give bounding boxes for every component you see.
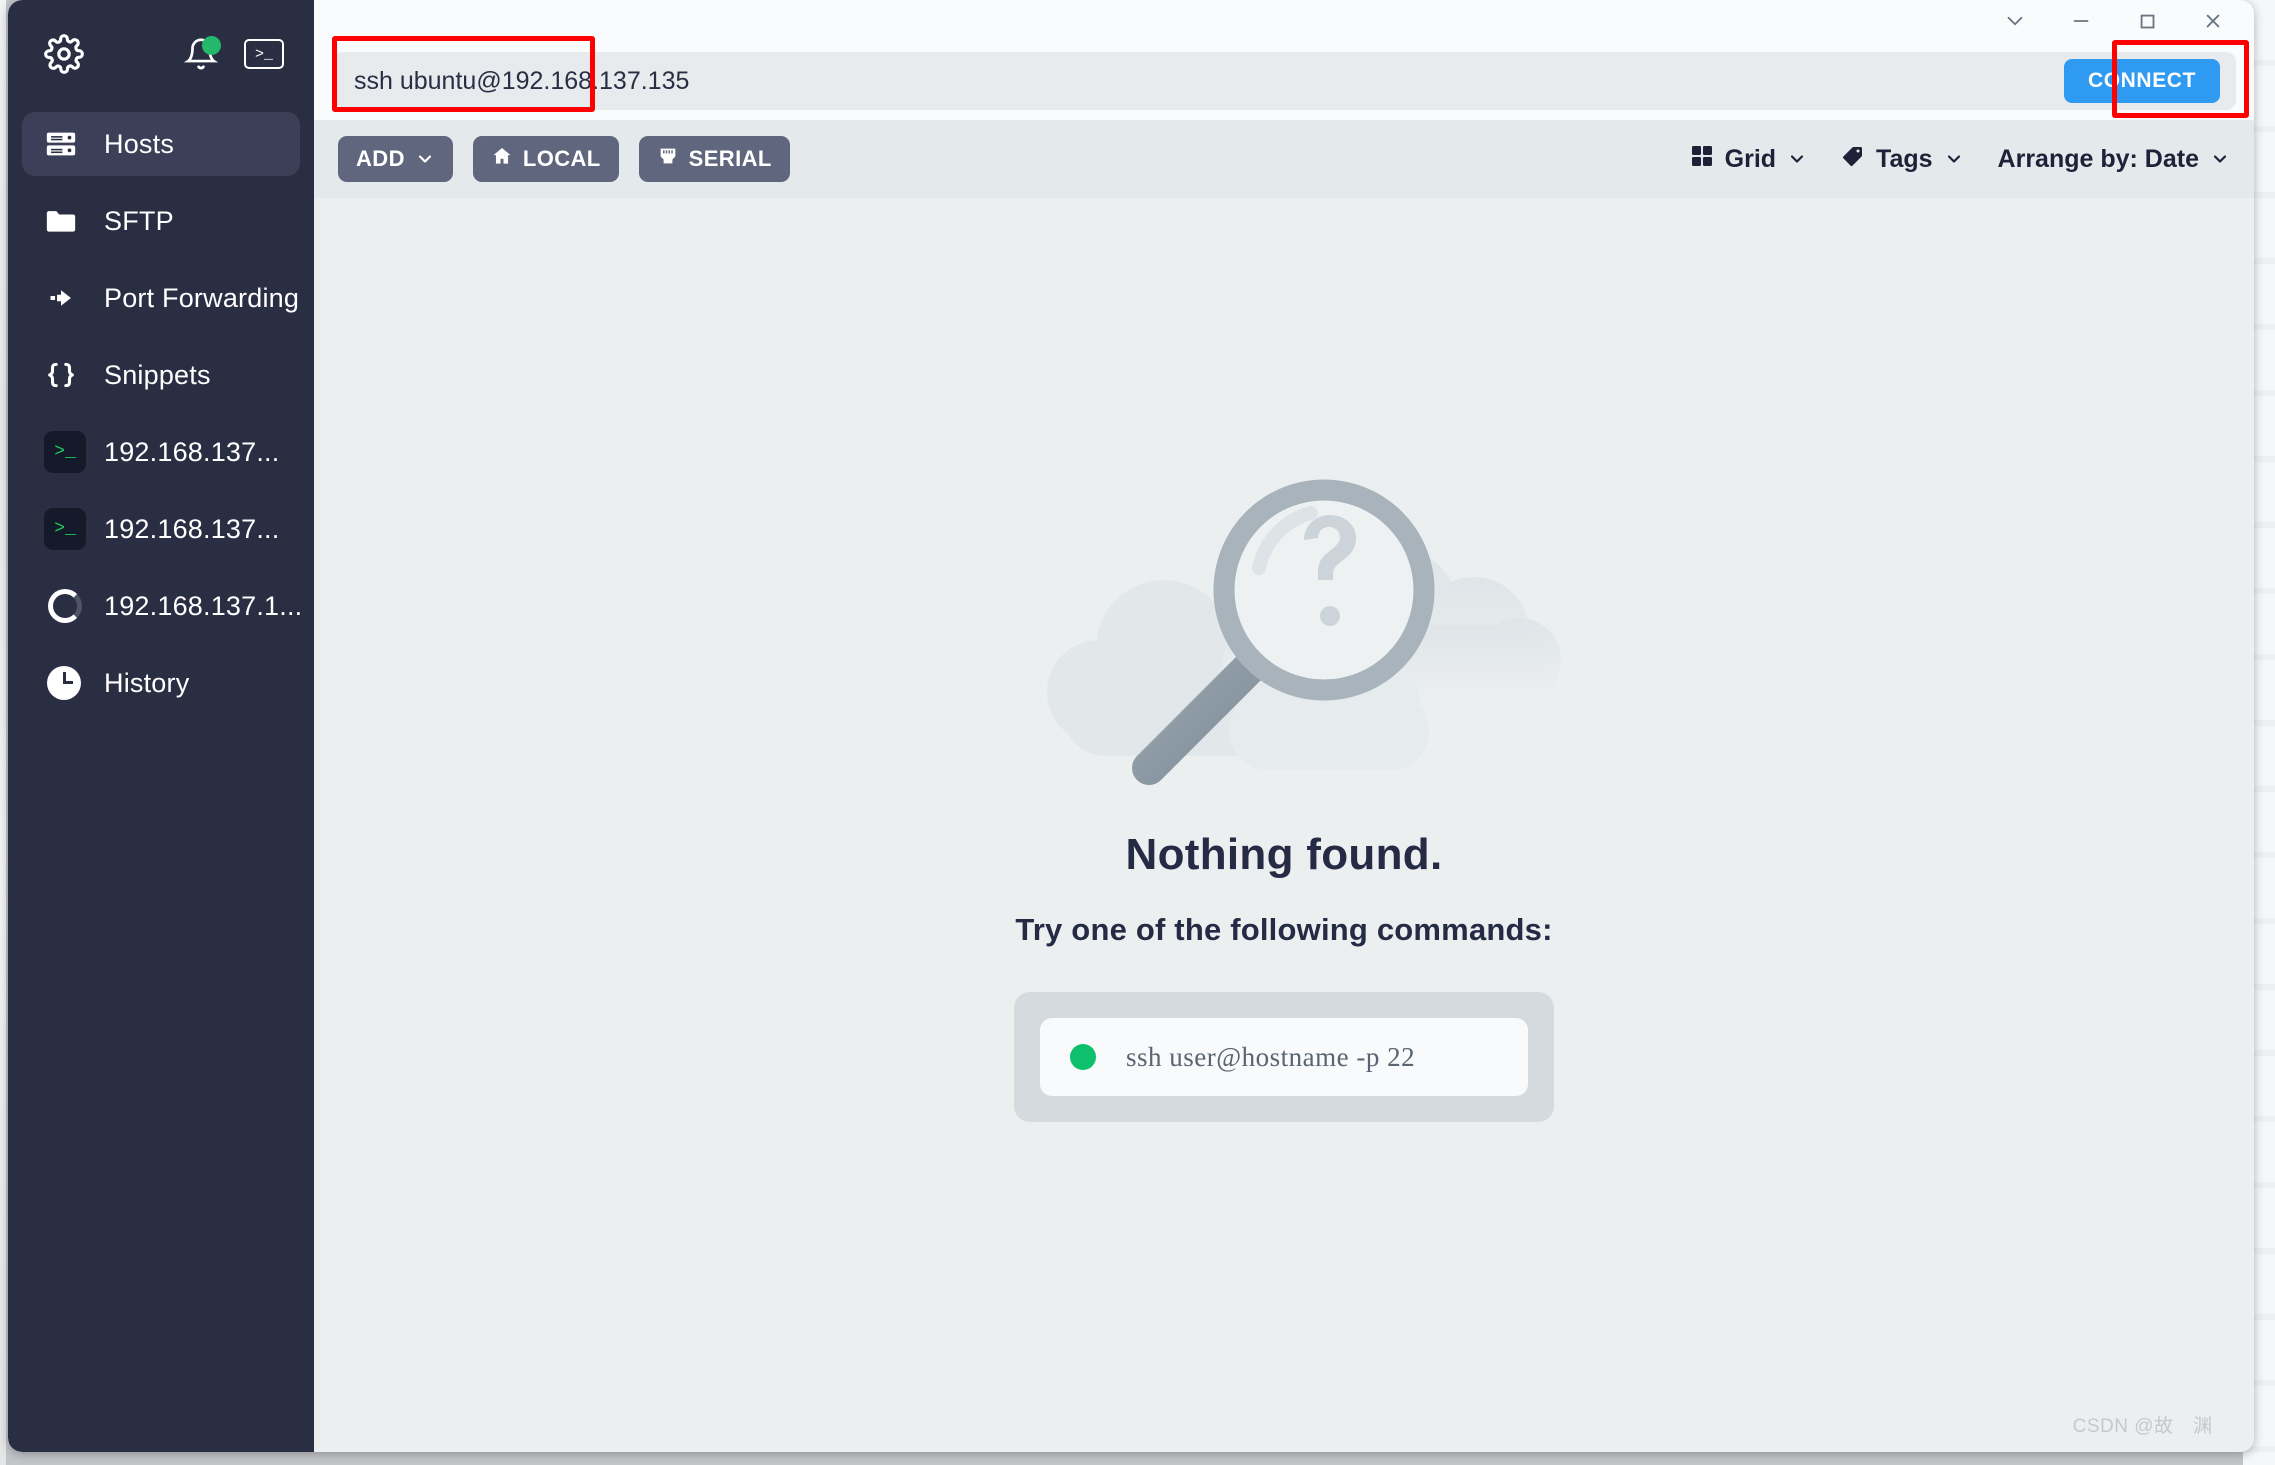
sidebar-host-item-2[interactable]: >_ 192.168.137... — [22, 497, 300, 561]
terminal-icon[interactable]: >_ — [244, 39, 284, 69]
sidebar-host-item-3[interactable]: 192.168.137.1... — [22, 574, 303, 638]
arrow-forward-icon — [44, 281, 86, 315]
command-suggestion-row[interactable]: ssh user@hostname -p 22 — [1040, 1018, 1528, 1096]
main-panel: CONNECT ADD LOCAL SE — [314, 0, 2254, 1452]
sidebar-host-label: 192.168.137... — [104, 513, 280, 544]
sidebar-item-sftp[interactable]: SFTP — [22, 189, 300, 253]
sidebar-item-label: SFTP — [104, 205, 174, 236]
spinner-icon — [44, 589, 86, 623]
minimize-icon[interactable] — [2048, 0, 2114, 42]
sidebar: >_ Hosts SFTP Port Forwarding Snippets >… — [8, 0, 314, 1452]
command-bar-actions: CONNECT — [2063, 52, 2236, 110]
sidebar-host-label: 192.168.137.1... — [104, 590, 303, 621]
close-icon[interactable] — [2180, 0, 2246, 42]
clock-icon — [44, 666, 86, 700]
arrange-by-label: Arrange by: Date — [1997, 144, 2199, 173]
termius-app-window: >_ Hosts SFTP Port Forwarding Snippets >… — [8, 0, 2254, 1452]
gear-icon[interactable] — [44, 34, 84, 74]
sidebar-toolbar: >_ — [8, 0, 314, 108]
chevron-down-icon — [418, 155, 431, 163]
chevron-down-icon — [1947, 155, 1960, 163]
tags-menu[interactable]: Tags — [1841, 144, 1964, 175]
serial-button[interactable]: SERIAL — [638, 136, 790, 182]
sidebar-item-port-forwarding[interactable]: Port Forwarding — [22, 266, 300, 330]
sidebar-host-item-1[interactable]: >_ 192.168.137... — [22, 420, 300, 484]
sidebar-item-hosts[interactable]: Hosts — [22, 112, 300, 176]
grid-icon — [1690, 144, 1714, 175]
local-button-label: LOCAL — [522, 146, 601, 171]
sidebar-host-label: 192.168.137... — [104, 436, 280, 467]
local-button[interactable]: LOCAL — [472, 136, 619, 182]
watermark: CSDN @故 渊 — [2072, 1416, 2232, 1437]
tag-icon — [1841, 144, 1865, 175]
sidebar-nav: Hosts SFTP Port Forwarding Snippets >_ 1… — [8, 112, 314, 715]
braces-icon — [44, 358, 86, 392]
maximize-icon[interactable] — [2114, 0, 2180, 42]
notification-badge — [202, 36, 221, 55]
add-button-label: ADD — [356, 146, 405, 171]
server-icon — [44, 127, 86, 161]
chevron-down-icon[interactable] — [1982, 0, 2048, 42]
serial-button-label: SERIAL — [688, 146, 772, 171]
sidebar-item-history[interactable]: History — [22, 651, 300, 715]
command-suggestions-card: ssh user@hostname -p 22 — [1014, 992, 1554, 1122]
bell-icon[interactable] — [184, 36, 221, 71]
empty-state: Nothing found. Try one of the following … — [1004, 420, 1564, 1122]
screenshot-root: >_ Hosts SFTP Port Forwarding Snippets >… — [0, 0, 2275, 1465]
home-icon — [491, 145, 513, 173]
terminal-icon: >_ — [44, 508, 86, 550]
tags-menu-label: Tags — [1876, 144, 1933, 173]
command-suggestion-text: ssh user@hostname -p 22 — [1126, 1041, 1416, 1072]
window-titlebar — [314, 0, 2254, 42]
sidebar-item-snippets[interactable]: Snippets — [22, 343, 300, 407]
hosts-content-area: Nothing found. Try one of the following … — [314, 198, 2254, 1452]
ethernet-port-icon — [657, 145, 679, 173]
desktop-background-left — [0, 0, 6, 1465]
sidebar-item-label: Snippets — [104, 359, 211, 390]
search-input[interactable] — [332, 52, 2064, 110]
chevron-down-icon — [1790, 155, 1804, 163]
sidebar-item-label: History — [104, 667, 190, 698]
magnifier-clouds-illustration — [1047, 479, 1561, 785]
status-dot-icon — [1070, 1044, 1096, 1070]
chevron-down-icon — [2213, 155, 2227, 163]
terminal-icon: >_ — [44, 431, 86, 473]
arrange-by-menu[interactable]: Arrange by: Date — [1998, 145, 2230, 174]
connect-button[interactable]: CONNECT — [2063, 59, 2220, 103]
empty-state-subtitle: Try one of the following commands: — [1015, 912, 1553, 947]
toolbar-right-group: Grid Tags Arrange by: Date — [1690, 144, 2230, 175]
command-bar: CONNECT — [314, 42, 2254, 120]
grid-view-menu[interactable]: Grid — [1690, 144, 1807, 175]
hosts-toolbar: ADD LOCAL SERIAL Grid Tags Arrange by: D… — [314, 120, 2254, 198]
empty-state-title: Nothing found. — [1125, 830, 1443, 879]
folder-icon — [44, 204, 86, 238]
sidebar-item-label: Hosts — [104, 128, 175, 159]
sidebar-item-label: Port Forwarding — [104, 282, 300, 313]
grid-menu-label: Grid — [1724, 144, 1777, 173]
add-button[interactable]: ADD — [338, 136, 453, 182]
